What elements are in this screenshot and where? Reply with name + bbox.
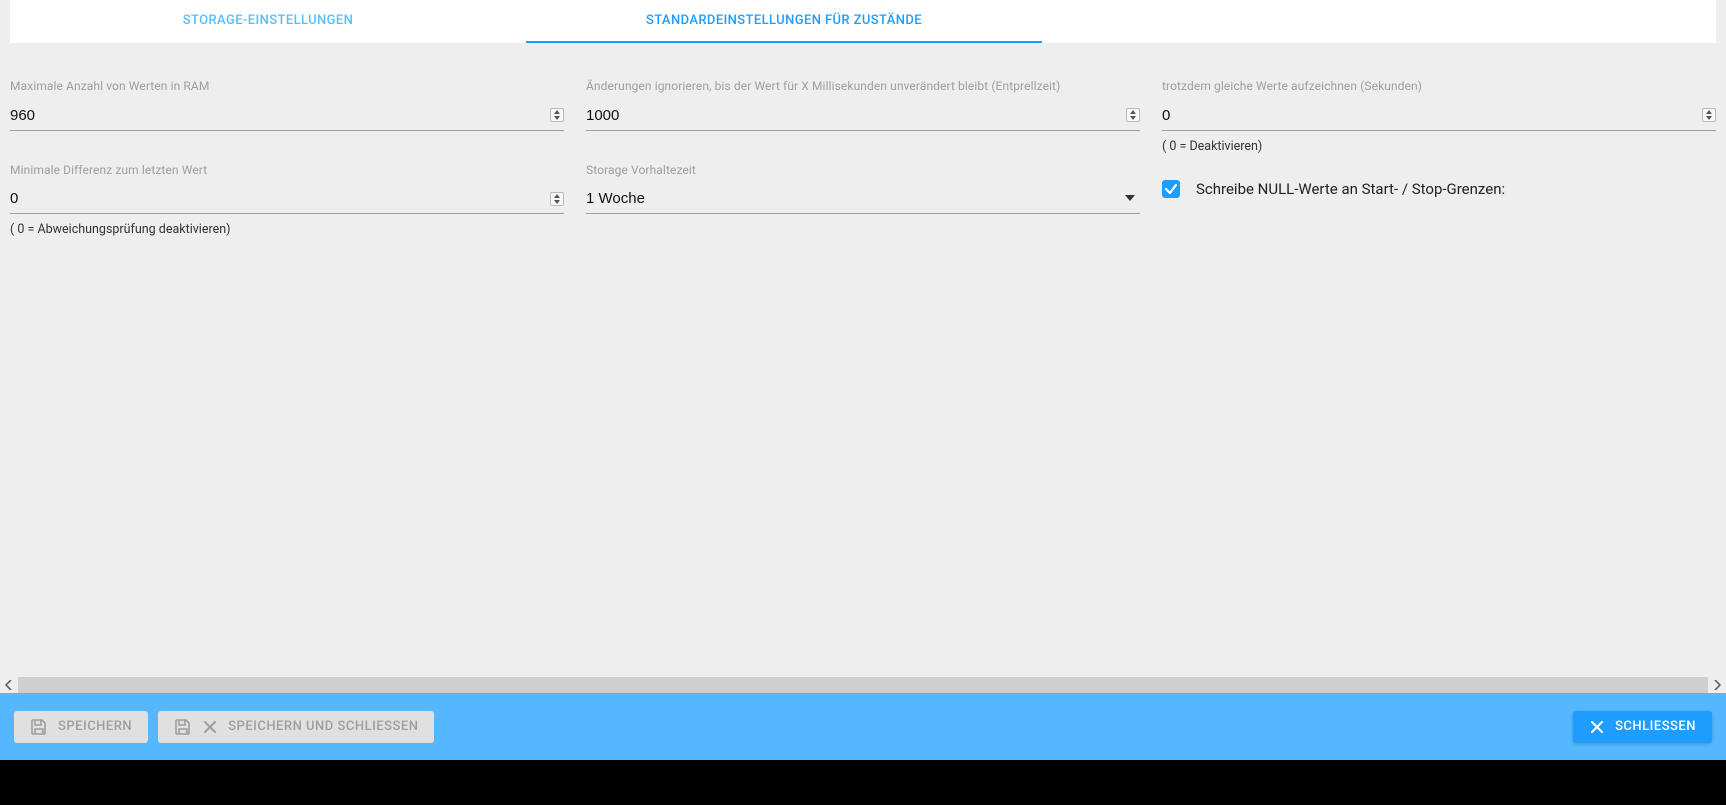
spinner-min-diff[interactable] (550, 192, 564, 206)
label-max-ram: Maximale Anzahl von Werten in RAM (10, 79, 564, 95)
close-button-label: SCHLIESSEN (1615, 719, 1696, 734)
tab-storage-settings[interactable]: STORAGE-EINSTELLUNGEN (10, 0, 526, 43)
scroll-right-icon[interactable] (1708, 676, 1726, 693)
settings-form: Maximale Anzahl von Werten in RAM Minima… (0, 44, 1726, 693)
save-and-close-button[interactable]: SPEICHERN UND SCHLIESSEN (158, 711, 434, 743)
helper-record-same: ( 0 = Deaktivieren) (1162, 139, 1716, 154)
scroll-left-icon[interactable] (0, 676, 18, 693)
scrollbar-track[interactable] (18, 677, 1708, 693)
save-button[interactable]: SPEICHERN (14, 711, 148, 743)
spinner-record-same[interactable] (1702, 108, 1716, 122)
close-button[interactable]: SCHLIESSEN (1573, 711, 1712, 743)
label-write-null: Schreibe NULL-Werte an Start- / Stop-Gre… (1196, 180, 1505, 198)
spinner-debounce[interactable] (1126, 108, 1140, 122)
label-min-diff: Minimale Differenz zum letzten Wert (10, 163, 564, 179)
field-debounce: Änderungen ignorieren, bis der Wert für … (586, 79, 1140, 131)
select-retention[interactable] (586, 184, 1140, 214)
input-debounce[interactable] (586, 103, 1126, 128)
input-min-diff[interactable] (10, 186, 550, 211)
label-retention: Storage Vorhaltezeit (586, 163, 1140, 179)
save-button-label: SPEICHERN (58, 719, 132, 734)
checkbox-write-null[interactable] (1162, 180, 1180, 198)
helper-min-diff: ( 0 = Abweichungsprüfung deaktivieren) (10, 222, 564, 237)
letterbox (0, 760, 1726, 805)
spinner-max-ram[interactable] (550, 108, 564, 122)
close-icon (202, 719, 218, 735)
field-max-ram: Maximale Anzahl von Werten in RAM (10, 79, 564, 131)
input-record-same[interactable] (1162, 103, 1702, 128)
save-icon (30, 718, 48, 736)
save-icon (174, 718, 192, 736)
footer-bar: SPEICHERN SPEICHERN UND SCHLIESSEN SCHLI… (0, 693, 1726, 760)
horizontal-scrollbar[interactable] (0, 676, 1726, 693)
field-write-null: Schreibe NULL-Werte an Start- / Stop-Gre… (1162, 180, 1716, 198)
field-min-diff: Minimale Differenz zum letzten Wert ( 0 … (10, 163, 564, 238)
field-record-same: trotzdem gleiche Werte aufzeichnen (Seku… (1162, 79, 1716, 154)
label-debounce: Änderungen ignorieren, bis der Wert für … (586, 79, 1140, 95)
select-retention-value[interactable] (586, 186, 1140, 211)
input-max-ram[interactable] (10, 103, 550, 128)
save-and-close-button-label: SPEICHERN UND SCHLIESSEN (228, 719, 418, 734)
close-icon (1589, 719, 1605, 735)
tabs-bar: STORAGE-EINSTELLUNGEN STANDARDEINSTELLUN… (10, 0, 1716, 44)
label-record-same: trotzdem gleiche Werte aufzeichnen (Seku… (1162, 79, 1716, 95)
tab-state-defaults[interactable]: STANDARDEINSTELLUNGEN FÜR ZUSTÄNDE (526, 0, 1042, 43)
check-icon (1164, 182, 1178, 196)
field-retention: Storage Vorhaltezeit (586, 163, 1140, 215)
